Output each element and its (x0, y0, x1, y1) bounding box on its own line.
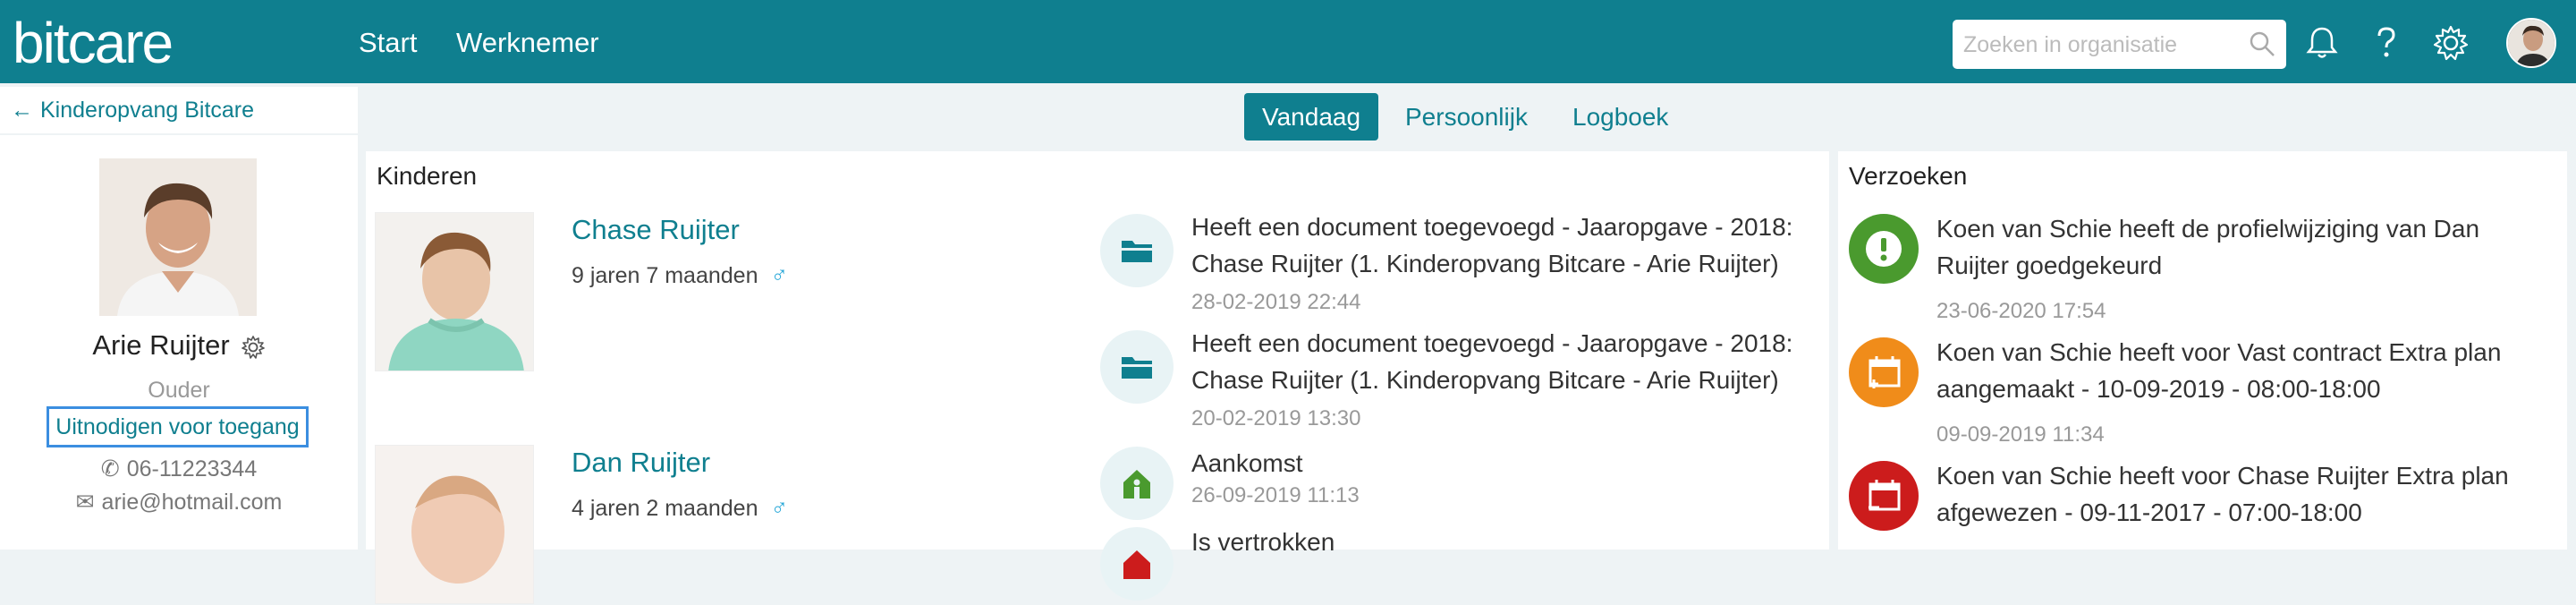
children-panel: Kinderen Chase Ruijter 9 jaren 7 maanden… (366, 151, 1829, 604)
nav-start[interactable]: Start (359, 25, 417, 61)
divider (0, 133, 358, 135)
request-text: Koen van Schie heeft voor Chase Ruijter … (1936, 462, 2509, 526)
calendar-add-icon (1849, 337, 1919, 407)
back-link[interactable]: ← Kinderopvang Bitcare (11, 96, 254, 124)
email-address[interactable]: arie@hotmail.com (102, 490, 283, 515)
user-avatar[interactable] (2506, 18, 2556, 68)
children-panel-title: Kinderen (377, 162, 478, 190)
child-photo[interactable] (375, 445, 534, 604)
child-name[interactable]: Chase Ruijter (572, 212, 740, 248)
activity-time: 28-02-2019 22:44 (1191, 290, 1361, 314)
search-input[interactable]: Zoeken in organisatie (1953, 20, 2286, 69)
phone-icon: ✆ (100, 456, 120, 481)
email-row: ✉ arie@hotmail.com (0, 488, 358, 516)
request-time: 23-06-2020 17:54 (1936, 299, 2106, 323)
top-bar: bitcare Start Werknemer Zoeken in organi… (0, 0, 2576, 83)
activity-text: Heeft een document toegevoegd - Jaaropga… (1191, 329, 1793, 394)
profile-name-row: Arie Ruijter (0, 328, 358, 362)
child-age-text: 9 jaren 7 maanden (572, 263, 758, 288)
child-photo[interactable] (375, 212, 534, 371)
bell-icon[interactable] (2302, 23, 2342, 63)
requests-panel-title: Verzoeken (1849, 162, 1968, 190)
invite-access-button[interactable]: Uitnodigen voor toegang (47, 406, 309, 447)
requests-panel: Verzoeken Koen van Schie heeft de profie… (1838, 151, 2567, 550)
activity-text: Aankomst (1191, 449, 1303, 477)
tab-logboek[interactable]: Logboek (1572, 93, 1668, 141)
child-name[interactable]: Dan Ruijter (572, 445, 710, 481)
request-time: 09-09-2019 11:34 (1936, 422, 2105, 447)
male-icon: ♂ (770, 494, 788, 521)
user-avatar-image (2508, 20, 2555, 66)
exclamation-icon (1849, 214, 1919, 284)
arrival-icon (1100, 447, 1174, 520)
male-icon: ♂ (770, 261, 788, 288)
activity-time: 20-02-2019 13:30 (1191, 406, 1361, 430)
profile-role: Ouder (148, 378, 210, 403)
folder-icon (1100, 330, 1174, 404)
activity-text: Is vertrokken (1191, 528, 1335, 556)
search-placeholder: Zoeken in organisatie (1963, 32, 2178, 57)
search-icon[interactable] (2249, 30, 2275, 57)
activity-time: 26-09-2019 11:13 (1191, 483, 1360, 507)
bitcare-logo[interactable]: bitcare (13, 9, 174, 77)
arrow-left-icon: ← (11, 98, 33, 123)
child-age: 9 jaren 7 maanden ♂ (572, 260, 788, 290)
child-age-text: 4 jaren 2 maanden (572, 496, 758, 521)
child-age: 4 jaren 2 maanden ♂ (572, 493, 788, 523)
profile-photo (99, 158, 257, 316)
request-text: Koen van Schie heeft de profielwijziging… (1936, 215, 2480, 279)
tab-persoonlijk[interactable]: Persoonlijk (1405, 93, 1528, 141)
profile-name: Arie Ruijter (92, 329, 230, 361)
nav-werknemer[interactable]: Werknemer (456, 25, 599, 61)
mail-icon: ✉ (75, 490, 95, 515)
phone-row: ✆ 06-11223344 (0, 455, 358, 483)
back-link-label: Kinderopvang Bitcare (40, 98, 255, 123)
gear-icon[interactable] (241, 335, 266, 360)
settings-gear-icon[interactable] (2431, 23, 2470, 63)
folder-icon (1100, 214, 1174, 287)
activity-text: Heeft een document toegevoegd - Jaaropga… (1191, 213, 1793, 277)
departure-icon (1100, 527, 1174, 601)
request-text: Koen van Schie heeft voor Vast contract … (1936, 338, 2502, 403)
profile-sidebar: ← Kinderopvang Bitcare Arie Ruijter Ouder… (0, 87, 358, 550)
calendar-reject-icon (1849, 461, 1919, 531)
tab-vandaag[interactable]: Vandaag (1244, 93, 1379, 141)
phone-number: 06-11223344 (126, 456, 258, 481)
help-icon[interactable] (2367, 23, 2406, 63)
